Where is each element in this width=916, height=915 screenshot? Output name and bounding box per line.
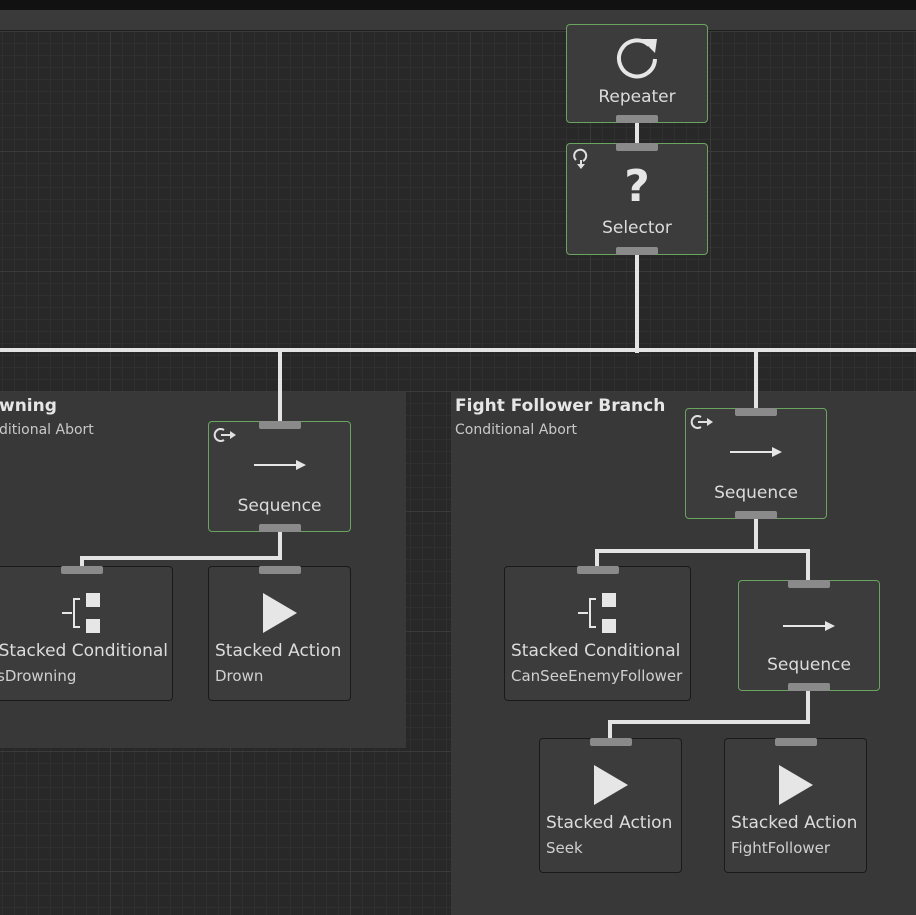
stacked-action-seek-node[interactable]: Stacked Action Seek — [539, 738, 682, 873]
input-port[interactable] — [576, 566, 619, 574]
input-port[interactable] — [258, 566, 301, 574]
conditional-abort-icon — [690, 413, 714, 435]
wire — [754, 516, 758, 552]
wire — [608, 720, 612, 740]
node-name: Sequence — [237, 496, 322, 516]
input-port[interactable] — [774, 738, 817, 746]
wire — [635, 253, 639, 353]
node-name: Stacked Action — [731, 813, 858, 833]
input-port[interactable] — [616, 143, 658, 151]
group-subtitle: ditional Abort — [0, 422, 94, 438]
output-port[interactable] — [616, 115, 658, 123]
output-port[interactable] — [735, 511, 777, 519]
conditional-abort-icon — [213, 426, 237, 448]
arrow-right-icon — [686, 439, 826, 465]
input-port[interactable] — [258, 421, 301, 429]
question-mark-icon: ? — [624, 161, 650, 212]
tab-strip — [0, 10, 916, 31]
selector-node[interactable]: ? Selector — [566, 143, 708, 255]
wire — [806, 549, 810, 582]
node-name: Sequence — [767, 655, 851, 675]
wire — [278, 348, 282, 424]
group-subtitle: Conditional Abort — [455, 422, 578, 438]
group-title: Fight Follower Branch — [455, 396, 666, 416]
arrow-right-icon — [209, 452, 350, 478]
task-name: Drown — [215, 667, 264, 685]
stacked-conditional-right-node[interactable]: Stacked Conditional CanSeeEnemyFollower — [504, 566, 691, 701]
stacked-action-drown-node[interactable]: Stacked Action Drown — [208, 566, 351, 701]
output-port[interactable] — [258, 524, 301, 532]
wire — [806, 688, 810, 724]
node-name: Stacked Action — [215, 641, 342, 661]
wire — [608, 720, 810, 724]
node-name: Stacked Conditional — [0, 641, 168, 661]
play-icon — [209, 589, 350, 637]
input-port[interactable] — [60, 566, 103, 574]
stacked-action-fightfollower-node[interactable]: Stacked Action FightFollower — [724, 738, 867, 873]
input-port[interactable] — [788, 580, 830, 588]
wire — [80, 556, 282, 560]
task-name: Seek — [546, 839, 583, 857]
task-name: sDrowning — [0, 667, 77, 685]
stacked-conditional-icon — [0, 589, 172, 637]
sequence-right-node[interactable]: Sequence — [685, 408, 827, 519]
repeat-icon — [567, 33, 707, 85]
output-port[interactable] — [616, 247, 658, 255]
node-name: Sequence — [714, 483, 798, 503]
sequence-inner-node[interactable]: Sequence — [738, 580, 880, 691]
stacked-conditional-icon — [505, 589, 690, 637]
top-bar — [0, 0, 916, 10]
node-name: Repeater — [598, 87, 676, 107]
task-name: CanSeeEnemyFollower — [511, 667, 683, 685]
output-port[interactable] — [788, 683, 830, 691]
node-name: Selector — [602, 218, 672, 238]
node-name: Stacked Action — [546, 813, 673, 833]
input-port[interactable] — [589, 738, 632, 746]
play-icon — [725, 761, 866, 809]
group-title: wning — [0, 396, 57, 416]
node-name: Stacked Conditional — [511, 641, 681, 661]
wire — [754, 348, 758, 410]
repeater-node[interactable]: Repeater — [566, 24, 708, 123]
stacked-conditional-left-node[interactable]: Stacked Conditional sDrowning — [0, 566, 173, 701]
sequence-left-node[interactable]: Sequence — [208, 421, 351, 532]
wire — [595, 549, 810, 553]
play-icon — [540, 761, 681, 809]
input-port[interactable] — [735, 408, 777, 416]
arrow-right-icon — [739, 613, 879, 639]
task-name: FightFollower — [731, 839, 831, 857]
wire — [0, 348, 916, 352]
